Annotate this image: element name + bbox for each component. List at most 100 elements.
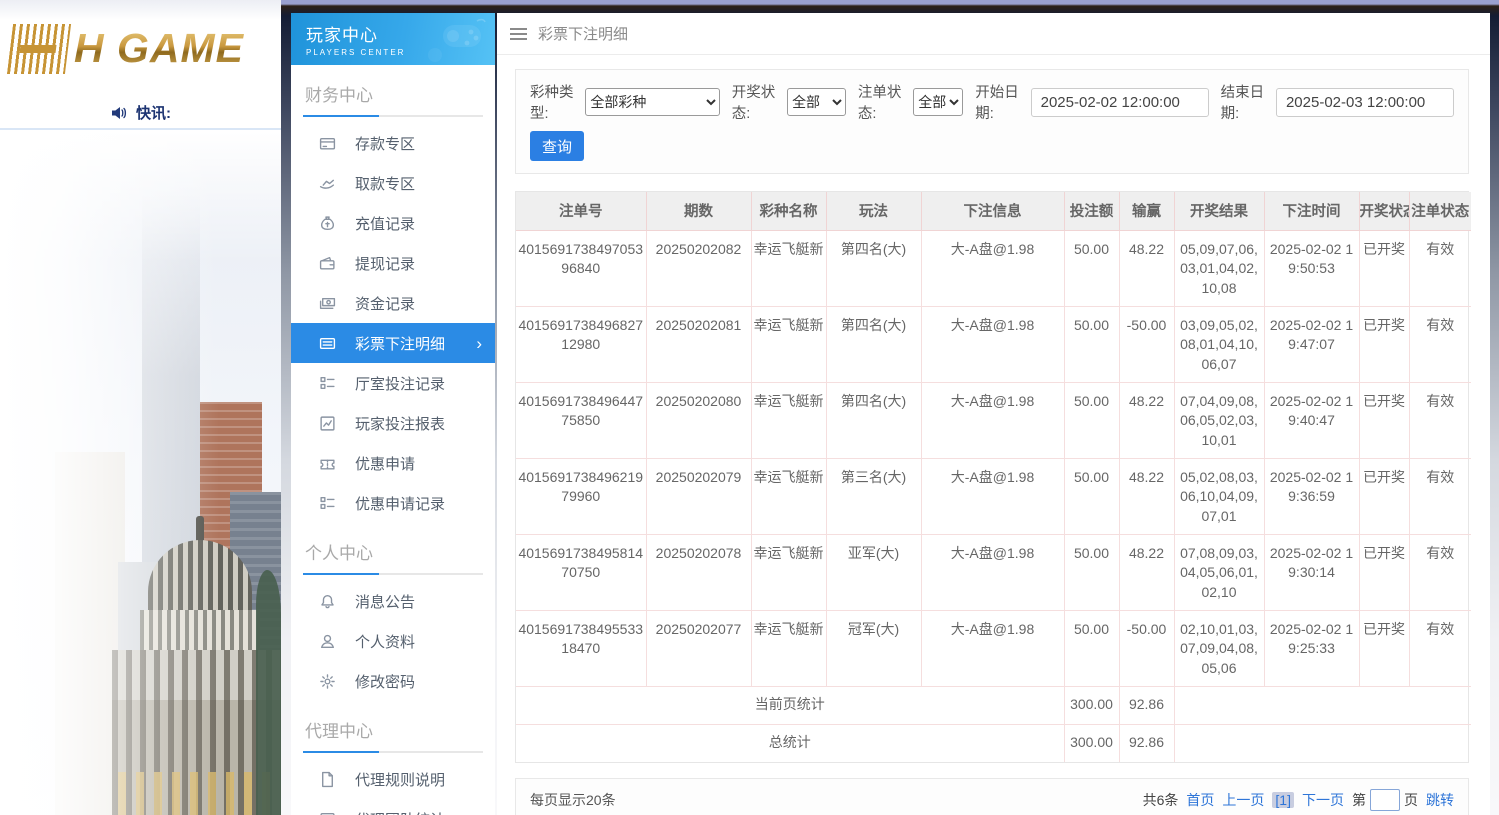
records-icon: [320, 376, 335, 389]
sidebar-item-label: 提现记录: [355, 255, 416, 273]
cell-play-type: 亚军(大): [826, 534, 922, 611]
app-frame: 玩家中心 PLAYERS CENTER 财务中心 存款专区 取款专区 充值记录 提现记录…: [281, 0, 1499, 815]
summary-bet-total: 300.00: [1064, 686, 1120, 725]
table-body: 401569173849705396840 20250202082 幸运飞艇新 第四名…: [516, 230, 1471, 762]
cell-win-loss: 48.22: [1119, 458, 1175, 535]
sidebar-header: 玩家中心 PLAYERS CENTER: [291, 13, 495, 65]
city-background-image: [0, 132, 281, 815]
sidebar-item[interactable]: 提现记录: [291, 243, 495, 283]
cell-bet-info: 大-A盘@1.98: [921, 458, 1065, 535]
moneybag-icon: [320, 215, 335, 230]
sidebar-item[interactable]: 充值记录: [291, 203, 495, 243]
cell-order-id: 401569173849705396840: [516, 230, 647, 307]
sidebar-item[interactable]: 厅室投注记录: [291, 363, 495, 403]
cell-draw-result: 07,08,09,03,04,05,06,01,02,10: [1174, 534, 1265, 611]
cell-order-id: 401569173849621979960: [516, 458, 647, 535]
left-panel: H GAME 快讯:: [0, 0, 281, 815]
lottery-type-select[interactable]: 全部彩种: [585, 88, 720, 116]
cell-issue-number: 20250202082: [646, 230, 752, 307]
cell-draw-status: 已开奖: [1359, 610, 1410, 687]
wallet-icon: [319, 256, 335, 270]
cell-order-id: 401569173849581470750: [516, 534, 647, 611]
sidebar-item[interactable]: 资金记录: [291, 283, 495, 323]
page-jump-input[interactable]: [1370, 789, 1400, 811]
first-page-link[interactable]: 首页: [1186, 790, 1214, 810]
sidebar-item-label: 优惠申请记录: [355, 495, 446, 513]
table-header-row: 注单号期数彩种名称玩法下注信息投注额输赢开奖结果下注时间开奖状态注单状态: [516, 192, 1471, 231]
cell-order-status: 有效: [1409, 610, 1471, 687]
end-date-input[interactable]: [1275, 87, 1454, 117]
column-header-play-type: 玩法: [826, 192, 922, 231]
sidebar-item[interactable]: 玩家投注报表: [291, 403, 495, 443]
end-date-label: 结束日期:: [1220, 85, 1265, 122]
start-date-input[interactable]: [1030, 87, 1209, 117]
sidebar-item[interactable]: 取款专区: [291, 163, 495, 203]
sidebar-item[interactable]: 消息公告: [291, 581, 495, 621]
cell-lottery-name: 幸运飞艇新: [751, 458, 827, 535]
sidebar-item[interactable]: 彩票下注明细 ›: [291, 323, 495, 363]
card-icon: [319, 137, 336, 150]
cell-win-loss: -50.00: [1119, 306, 1175, 383]
bets-table: 注单号期数彩种名称玩法下注信息投注额输赢开奖结果下注时间开奖状态注单状态 401…: [516, 192, 1471, 762]
table-row: 401569173849705396840 20250202082 幸运飞艇新 第四名…: [516, 230, 1471, 307]
menu-toggle-icon[interactable]: [510, 25, 527, 43]
cell-order-id: 401569173849644775850: [516, 382, 647, 459]
cell-bet-amount: 50.00: [1064, 382, 1120, 459]
grand-summary-row: 总统计 300.00 92.86: [516, 724, 1471, 762]
current-page: [1]: [1272, 792, 1294, 808]
sidebar-item[interactable]: 优惠申请: [291, 443, 495, 483]
sidebar-item-label: 消息公告: [355, 593, 416, 611]
main-panel: 彩票下注明细 彩种类型: 全部彩种 开奖状态: 全部 注单状态: 全部 开始日期…: [497, 13, 1490, 815]
sidebar-item-label: 存款专区: [355, 135, 416, 153]
next-page-link[interactable]: 下一页: [1302, 790, 1344, 810]
draw-status-label: 开奖状态:: [731, 85, 776, 122]
sidebar-item[interactable]: 个人资料: [291, 621, 495, 661]
cell-bet-amount: 50.00: [1064, 458, 1120, 535]
cell-bet-amount: 50.00: [1064, 610, 1120, 687]
order-status-select[interactable]: 全部: [913, 88, 964, 116]
cell-order-status: 有效: [1409, 534, 1471, 611]
sidebar-item-label: 取款专区: [355, 175, 416, 193]
search-button[interactable]: 查询: [530, 131, 584, 161]
sidebar-item[interactable]: 代理规则说明: [291, 759, 495, 799]
cell-bet-amount: 50.00: [1064, 306, 1120, 383]
summary-label: 当前页统计: [516, 686, 1065, 725]
cell-win-loss: 48.22: [1119, 534, 1175, 611]
cell-draw-result: 05,02,08,03,06,10,04,09,07,01: [1174, 458, 1265, 535]
cell-lottery-name: 幸运飞艇新: [751, 230, 827, 307]
table-row: 401569173849621979960 20250202079 幸运飞艇新 第三名…: [516, 458, 1471, 535]
sidebar-item-label: 优惠申请: [355, 455, 416, 473]
bets-table-container: 注单号期数彩种名称玩法下注信息投注额输赢开奖结果下注时间开奖状态注单状态 401…: [515, 191, 1471, 763]
table-row: 401569173849644775850 20250202080 幸运飞艇新 第四名…: [516, 382, 1471, 459]
prev-page-link[interactable]: 上一页: [1222, 790, 1264, 810]
sidebar-item[interactable]: 优惠申请记录: [291, 483, 495, 523]
cell-draw-result: 03,09,05,02,08,01,04,10,06,07: [1174, 306, 1265, 383]
cell-lottery-name: 幸运飞艇新: [751, 382, 827, 459]
cell-issue-number: 20250202077: [646, 610, 752, 687]
column-header-win-loss: 输赢: [1119, 192, 1175, 231]
jump-link[interactable]: 跳转: [1426, 790, 1454, 810]
sidebar-item-label: 资金记录: [355, 295, 416, 313]
table-row: 401569173849553318470 20250202077 幸运飞艇新 冠军(…: [516, 610, 1471, 687]
sidebar-nav: 财务中心 存款专区 取款专区 充值记录 提现记录 资金记录 彩票下注明细 › 厅室投注记录 玩家投…: [291, 81, 495, 815]
cell-lottery-name: 幸运飞艇新: [751, 610, 827, 687]
cell-draw-result: 02,10,01,03,07,09,04,08,05,06: [1174, 610, 1265, 687]
cell-bet-time: 2025-02-02 19:30:14: [1264, 534, 1360, 611]
draw-status-select[interactable]: 全部: [787, 88, 846, 116]
cell-play-type: 第四名(大): [826, 382, 922, 459]
column-header-order-status: 注单状态: [1409, 192, 1471, 231]
cell-play-type: 冠军(大): [826, 610, 922, 687]
sidebar-item[interactable]: 代理团队统计: [291, 799, 495, 815]
news-icon: [320, 812, 335, 815]
column-header-bet-amount: 投注额: [1064, 192, 1120, 231]
funds-icon: [319, 297, 336, 309]
summary-winloss-total: 92.86: [1119, 724, 1175, 762]
cell-play-type: 第四名(大): [826, 306, 922, 383]
summary-empty: [1174, 724, 1471, 762]
sidebar-item[interactable]: 存款专区: [291, 123, 495, 163]
summary-label: 总统计: [516, 724, 1065, 762]
sidebar-item[interactable]: 修改密码: [291, 661, 495, 701]
cell-order-status: 有效: [1409, 306, 1471, 383]
cell-draw-status: 已开奖: [1359, 230, 1410, 307]
cell-bet-amount: 50.00: [1064, 230, 1120, 307]
